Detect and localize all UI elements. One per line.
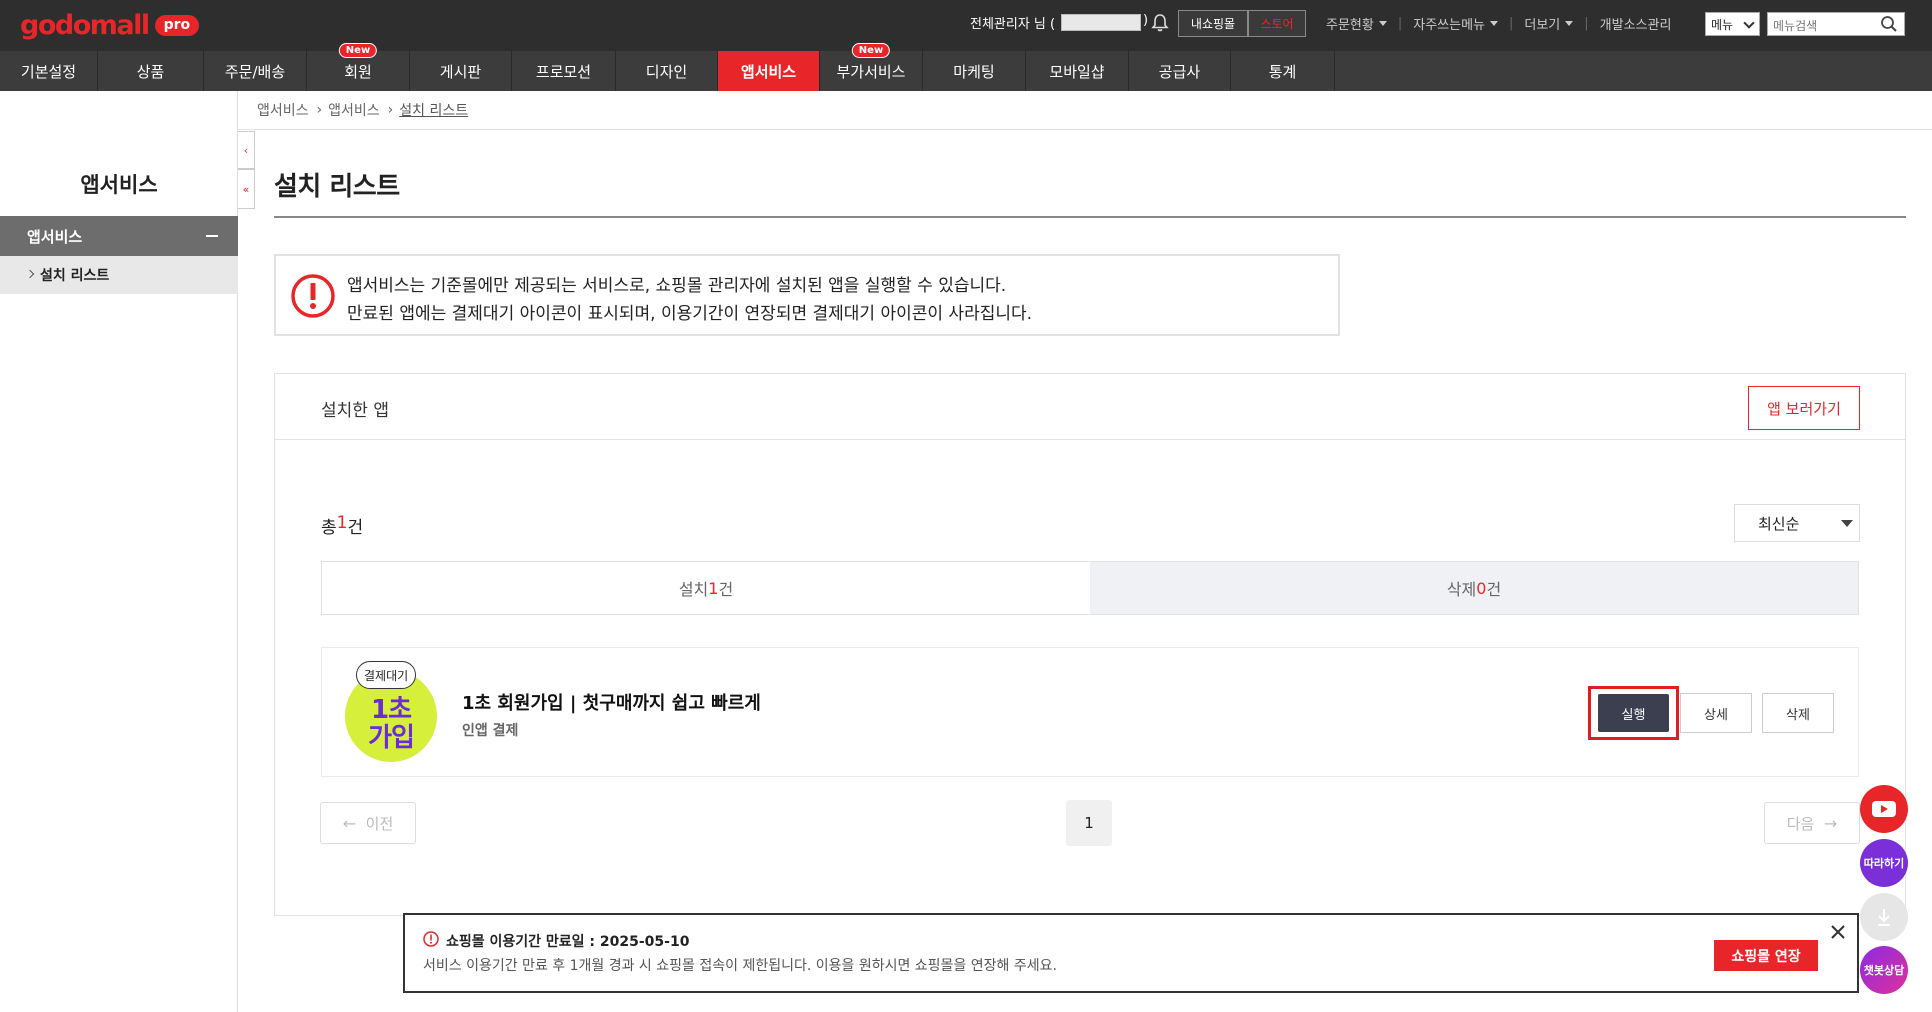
top-links: 주문현황 | 자주쓰는메뉴 | 더보기 | 개발소스관리: [1326, 14, 1672, 33]
download-button[interactable]: [1860, 893, 1908, 941]
status-tabs: 설치 1건 삭제 0건: [321, 561, 1859, 615]
delete-button[interactable]: 삭제: [1762, 693, 1834, 733]
tab-deleted[interactable]: 삭제 0건: [1090, 562, 1858, 614]
collapse-sidebar-button[interactable]: ‹: [238, 131, 255, 169]
caret-down-icon: [1378, 21, 1387, 26]
total-count: 총 1건: [321, 513, 364, 538]
scroll-top-button[interactable]: «: [238, 169, 255, 209]
dev-source-link[interactable]: 개발소스관리: [1600, 14, 1672, 33]
sort-select[interactable]: 최신순: [1734, 504, 1860, 542]
more-menu[interactable]: 더보기: [1524, 14, 1574, 33]
warning-icon: [423, 931, 439, 947]
top-header: godomall pro 전체관리자 님 ( ) 내쇼핑몰 스토어 주문현황 |…: [0, 0, 1932, 51]
admin-name-redacted: [1061, 14, 1141, 31]
page-number[interactable]: 1: [1066, 800, 1112, 846]
notice-text: 앱서비스는 기준몰에만 제공되는 서비스로, 쇼핑몰 관리자에 설치된 앱을 실…: [347, 276, 1007, 296]
close-icon[interactable]: [1829, 923, 1847, 941]
warning-icon: [291, 274, 335, 318]
arrow-left-icon: ←: [342, 813, 357, 833]
breadcrumb-item[interactable]: 앱서비스: [328, 100, 380, 120]
app-view-button[interactable]: 앱 보러가기: [1748, 386, 1860, 430]
chevron-right-icon: ›: [316, 102, 323, 118]
expiry-description: 서비스 이용기간 만료 후 1개월 경과 시 쇼핑몰 접속이 제한됩니다. 이용…: [423, 958, 1057, 974]
nav-marketing[interactable]: 마케팅: [923, 51, 1026, 91]
sidebar-title: 앱서비스: [80, 173, 158, 197]
admin-label: 전체관리자 님 (: [970, 17, 1056, 32]
payment-pending-badge: 결제대기: [356, 661, 417, 689]
chevron-left-icon: ‹: [243, 143, 249, 157]
main-nav: 기본설정 상품 주문/배송 회원 New 게시판 프로모션 디자인 앱서비스 부가…: [0, 43, 1932, 91]
minus-icon: [206, 235, 218, 237]
nav-app-service[interactable]: 앱서비스: [718, 51, 820, 91]
breadcrumb-item[interactable]: 앱서비스: [257, 100, 309, 120]
double-chevron-up-icon: «: [242, 182, 250, 196]
expiry-notice-popup: 쇼핑몰 이용기간 만료일 : 2025-05-10 서비스 이용기간 만료 후 …: [403, 913, 1859, 993]
panel-header: 설치한 앱 앱 보러가기: [275, 374, 1905, 440]
admin-label-close: ): [1143, 13, 1149, 28]
logo-pro-badge: pro: [154, 14, 200, 36]
bell-icon[interactable]: [1150, 13, 1170, 33]
app-name: 1초 회원가입 | 첫구매까지 쉽고 빠르게: [462, 693, 761, 714]
chevron-down-icon: [1743, 17, 1755, 29]
breadcrumb: 앱서비스 › 앱서비스 › 설치 리스트: [257, 100, 468, 120]
follow-guide-button[interactable]: 따라하기: [1860, 839, 1908, 887]
sidebar-section-app-service[interactable]: 앱서비스: [0, 216, 238, 256]
run-button[interactable]: 실행: [1598, 694, 1669, 732]
extend-shop-button[interactable]: 쇼핑몰 연장: [1714, 940, 1818, 971]
caret-down-icon: [1565, 21, 1574, 26]
nav-supplier[interactable]: 공급사: [1129, 51, 1231, 91]
order-status-menu[interactable]: 주문현황: [1326, 14, 1387, 33]
caret-down-icon: [1490, 21, 1498, 26]
nav-statistics[interactable]: 통계: [1231, 51, 1335, 91]
sidebar-item-install-list[interactable]: 설치 리스트: [0, 256, 238, 294]
detail-button[interactable]: 상세: [1680, 693, 1752, 733]
store-button[interactable]: 스토어: [1248, 10, 1306, 37]
nav-basic-settings[interactable]: 기본설정: [0, 51, 98, 91]
new-badge: New: [338, 43, 378, 58]
chevron-right-icon: ›: [387, 102, 394, 118]
menu-type-select[interactable]: 메뉴: [1705, 12, 1760, 36]
search-icon[interactable]: [1880, 15, 1898, 33]
nav-board[interactable]: 게시판: [410, 51, 512, 91]
caret-down-icon: [1841, 520, 1853, 527]
new-badge: New: [851, 43, 891, 58]
app-type: 인앱 결제: [462, 723, 519, 739]
arrow-right-icon: →: [1823, 813, 1838, 833]
godomall-logo[interactable]: godomall pro: [20, 9, 200, 41]
next-page-button[interactable]: 다음 →: [1764, 802, 1860, 844]
chevron-right-icon: [25, 269, 35, 279]
expiry-title: 쇼핑몰 이용기간 만료일 : 2025-05-10: [446, 934, 690, 950]
breadcrumb-current[interactable]: 설치 리스트: [399, 100, 468, 120]
divider: [274, 216, 1906, 218]
page-title: 설치 리스트: [274, 172, 400, 202]
youtube-icon: [1872, 801, 1896, 817]
nav-members[interactable]: 회원 New: [307, 43, 410, 91]
youtube-button[interactable]: [1860, 785, 1908, 833]
notice-text: 만료된 앱에는 결제대기 아이콘이 표시되며, 이용기간이 연장되면 결제대기 …: [347, 304, 1033, 324]
download-icon: [1878, 909, 1890, 926]
nav-design[interactable]: 디자인: [616, 51, 718, 91]
sidebar: 앱서비스 앱서비스 설치 리스트: [0, 91, 238, 1012]
nav-mobile-shop[interactable]: 모바일샵: [1026, 51, 1129, 91]
chatbot-button[interactable]: 챗봇상담: [1860, 946, 1908, 994]
notice-box: 앱서비스는 기준몰에만 제공되는 서비스로, 쇼핑몰 관리자에 설치된 앱을 실…: [274, 254, 1340, 336]
favorite-menu[interactable]: 자주쓰는메뉴: [1413, 14, 1498, 33]
my-shop-button[interactable]: 내쇼핑몰: [1178, 10, 1248, 37]
nav-products[interactable]: 상품: [98, 51, 204, 91]
tab-installed[interactable]: 설치 1건: [322, 562, 1090, 614]
nav-addon-service[interactable]: 부가서비스 New: [820, 43, 923, 91]
nav-promotion[interactable]: 프로모션: [512, 51, 616, 91]
nav-orders[interactable]: 주문/배송: [204, 51, 307, 91]
prev-page-button[interactable]: ← 이전: [320, 802, 416, 844]
panel-title: 설치한 앱: [321, 401, 389, 421]
divider: [238, 129, 1932, 130]
logo-text: godomall: [20, 9, 150, 41]
